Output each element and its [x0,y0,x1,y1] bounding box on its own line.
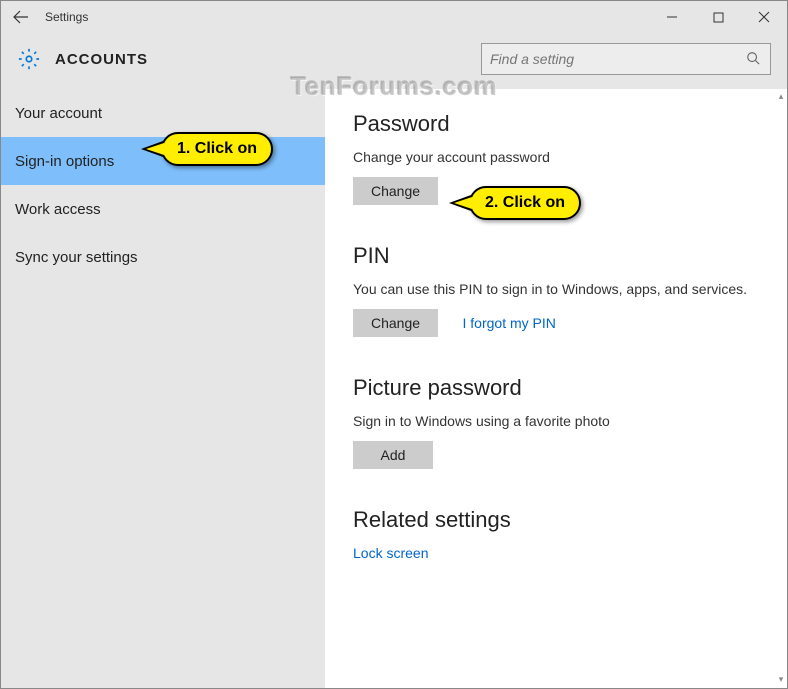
titlebar: Settings [1,1,787,33]
lock-screen-link[interactable]: Lock screen [353,545,765,561]
sidebar-item-sync-settings[interactable]: Sync your settings [1,233,325,281]
section-password: Password Change your account password Ch… [353,111,765,205]
page-title: ACCOUNTS [55,51,481,68]
sidebar-item-label: Your account [15,105,102,122]
header: ACCOUNTS [1,33,787,89]
change-pin-button[interactable]: Change [353,309,438,337]
section-picture-password: Picture password Sign in to Windows usin… [353,375,765,469]
maximize-button[interactable] [695,1,741,33]
sidebar: Your account Sign-in options Work access… [1,89,325,688]
section-heading: Password [353,111,765,137]
scrollbar[interactable]: ▴ ▾ [776,89,786,686]
body: Your account Sign-in options Work access… [1,89,787,688]
section-heading: PIN [353,243,765,269]
forgot-pin-link[interactable]: I forgot my PIN [463,315,556,331]
section-heading: Picture password [353,375,765,401]
section-heading: Related settings [353,507,765,533]
back-button[interactable] [1,1,41,33]
window-title: Settings [41,10,649,24]
scroll-down-icon[interactable]: ▾ [776,672,786,686]
section-desc: Sign in to Windows using a favorite phot… [353,413,765,429]
search-icon [746,51,762,67]
search-input[interactable] [490,51,746,67]
gear-icon [17,47,41,71]
section-desc: You can use this PIN to sign in to Windo… [353,281,765,297]
sidebar-item-label: Sync your settings [15,249,138,266]
sidebar-item-work-access[interactable]: Work access [1,185,325,233]
window-controls [649,1,787,33]
minimize-button[interactable] [649,1,695,33]
section-pin: PIN You can use this PIN to sign in to W… [353,243,765,337]
section-desc: Change your account password [353,149,765,165]
sidebar-item-label: Work access [15,201,101,218]
sidebar-item-label: Sign-in options [15,153,114,170]
sidebar-item-your-account[interactable]: Your account [1,89,325,137]
close-button[interactable] [741,1,787,33]
scroll-up-icon[interactable]: ▴ [776,89,786,103]
section-related: Related settings Lock screen [353,507,765,561]
content: Password Change your account password Ch… [325,89,787,688]
sidebar-item-sign-in-options[interactable]: Sign-in options [1,137,325,185]
add-picture-password-button[interactable]: Add [353,441,433,469]
search-box[interactable] [481,43,771,75]
change-password-button[interactable]: Change [353,177,438,205]
